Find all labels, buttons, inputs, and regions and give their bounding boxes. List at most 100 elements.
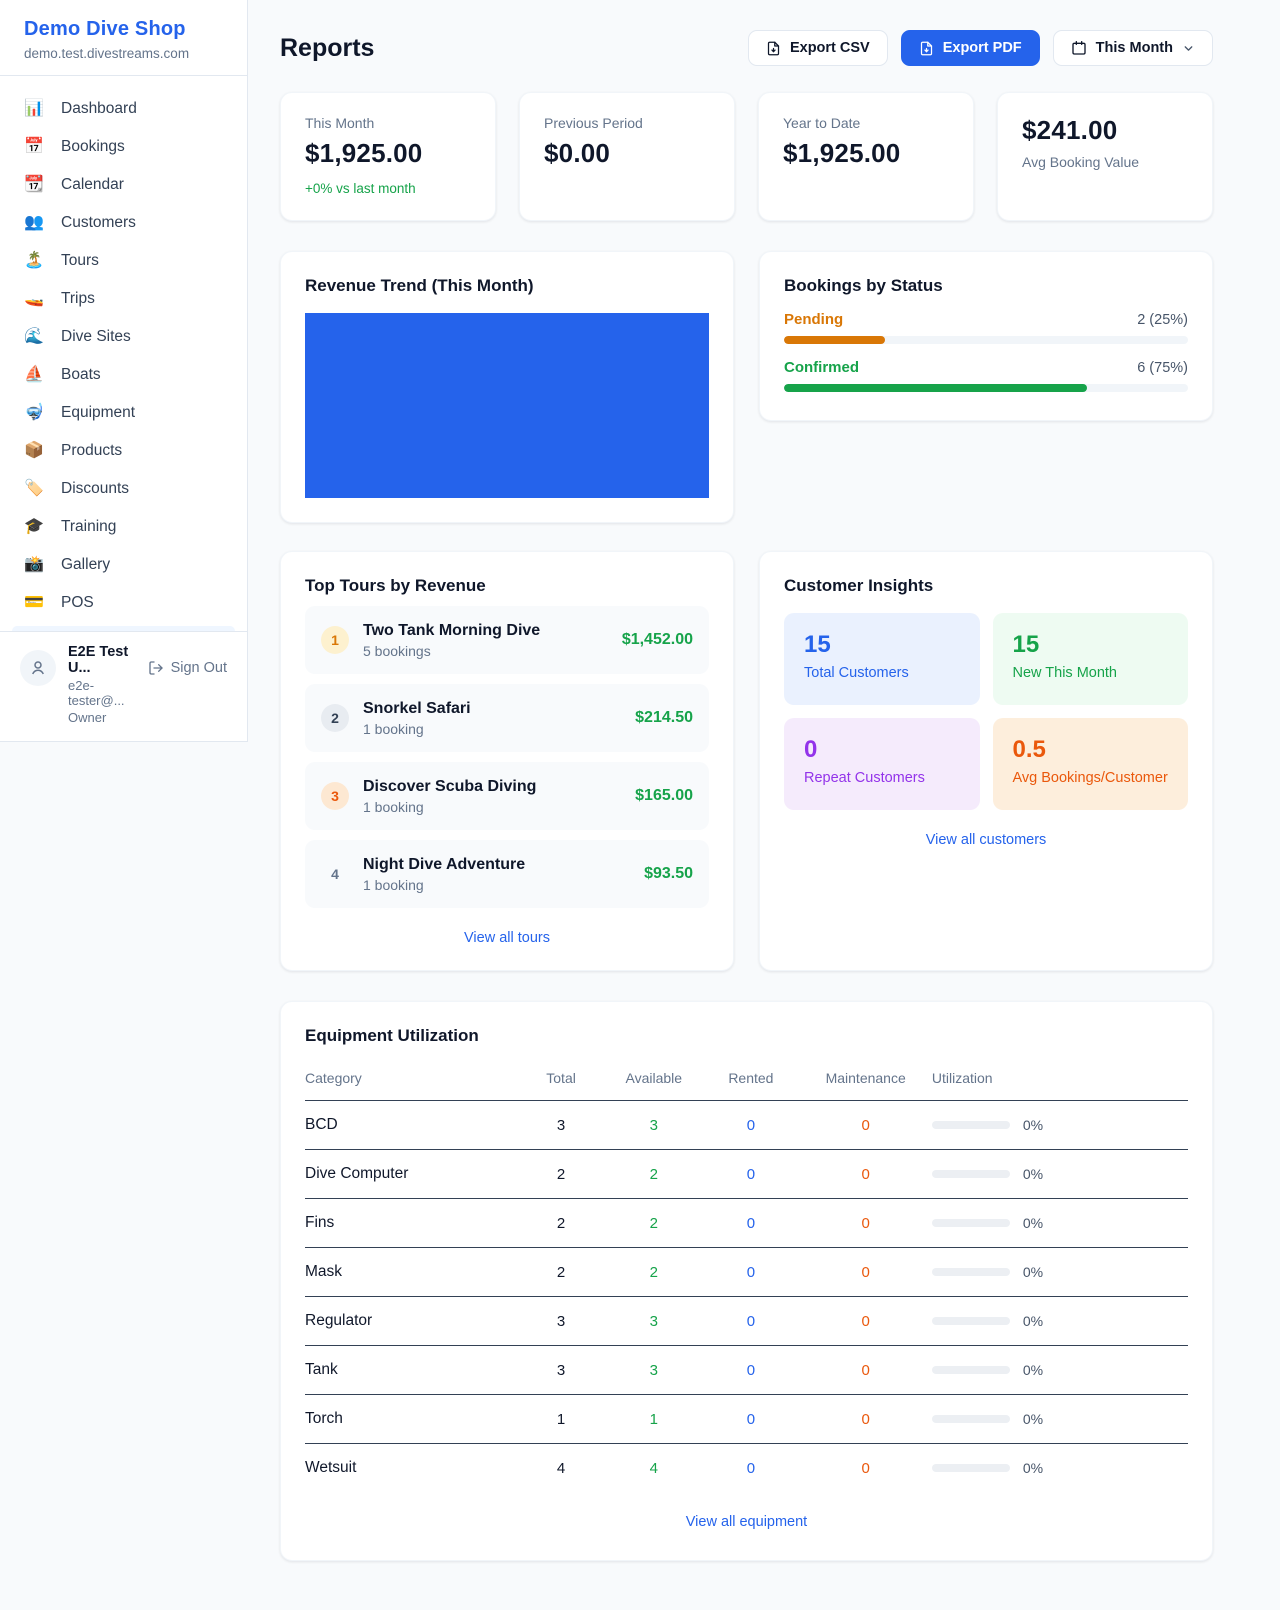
table-row: Mask 2 2 0 0 0%	[305, 1248, 1188, 1297]
user-meta: E2E Test U... e2e-tester@... Owner	[68, 644, 136, 725]
tile-value: 15	[1013, 631, 1169, 659]
col-header-utilization: Utilization	[932, 1060, 1188, 1101]
tile-total-customers: 15 Total Customers	[784, 613, 980, 705]
table-row: Tank 3 3 0 0 0%	[305, 1346, 1188, 1395]
tour-name: Two Tank Morning Dive	[363, 622, 608, 640]
equipment-utilization-title: Equipment Utilization	[305, 1026, 1188, 1046]
revenue-trend-chart	[305, 313, 709, 498]
bookings-by-status-card: Bookings by Status Pending 2 (25%) Confi…	[759, 251, 1213, 421]
col-header-rented: Rented	[702, 1060, 799, 1101]
cell-maintenance: 0	[799, 1395, 931, 1444]
sidebar-item-equipment[interactable]: 🤿 Equipment	[0, 394, 247, 432]
status-label-pending: Pending	[784, 311, 843, 328]
insights-row: Top Tours by Revenue 1 Two Tank Morning …	[280, 551, 1213, 971]
sidebar-item-training[interactable]: 🎓 Training	[0, 508, 247, 546]
status-row-pending: Pending 2 (25%)	[784, 311, 1188, 344]
sailboat-icon: ⛵	[24, 367, 44, 383]
stat-value: $241.00	[1022, 115, 1188, 146]
stat-card-previous-period: Previous Period $0.00	[519, 92, 735, 221]
sidebar: Demo Dive Shop demo.test.divestreams.com…	[0, 0, 248, 742]
sidebar-item-label: Dashboard	[61, 100, 137, 118]
sidebar-item-calendar[interactable]: 📆 Calendar	[0, 166, 247, 204]
cell-total: 2	[517, 1150, 605, 1199]
table-row: BCD 3 3 0 0 0%	[305, 1101, 1188, 1150]
tour-bookings: 1 booking	[363, 877, 630, 893]
stat-label: This Month	[305, 115, 471, 131]
tour-row: 1 Two Tank Morning Dive 5 bookings $1,45…	[305, 606, 709, 674]
utilization-percent: 0%	[1023, 1362, 1043, 1378]
logout-icon	[148, 660, 164, 676]
col-header-category: Category	[305, 1060, 517, 1101]
sidebar-item-label: Trips	[61, 290, 95, 308]
cell-utilization: 0%	[932, 1346, 1188, 1395]
sidebar-item-pos[interactable]: 💳 POS	[0, 584, 247, 622]
tour-amount: $165.00	[635, 787, 693, 805]
stats-row: This Month $1,925.00 +0% vs last month P…	[280, 92, 1213, 221]
status-value-pending: 2 (25%)	[1137, 312, 1188, 328]
bookings-by-status-title: Bookings by Status	[784, 276, 1188, 296]
stat-label: Avg Booking Value	[1022, 154, 1188, 170]
utilization-bar	[932, 1268, 1010, 1276]
revenue-trend-card: Revenue Trend (This Month)	[280, 251, 734, 523]
main-content: Reports Export CSV Export PDF	[248, 0, 1280, 1609]
cell-maintenance: 0	[799, 1101, 931, 1150]
equipment-table: Category Total Available Rented Maintena…	[305, 1060, 1188, 1492]
rank-badge: 2	[321, 704, 349, 732]
export-pdf-button[interactable]: Export PDF	[901, 30, 1040, 66]
view-all-equipment-link[interactable]: View all equipment	[305, 1514, 1188, 1530]
cell-category: Fins	[305, 1199, 517, 1248]
cell-available: 3	[605, 1297, 702, 1346]
cell-category: Tank	[305, 1346, 517, 1395]
sidebar-item-boats[interactable]: ⛵ Boats	[0, 356, 247, 394]
utilization-bar	[932, 1464, 1010, 1472]
sign-out-button[interactable]: Sign Out	[148, 660, 227, 676]
period-dropdown[interactable]: This Month	[1053, 30, 1213, 66]
cell-rented: 0	[702, 1444, 799, 1493]
page-title: Reports	[280, 34, 374, 63]
sidebar-nav: 📊 Dashboard 📅 Bookings 📆 Calendar 👥 Cust…	[0, 76, 247, 631]
stat-delta: +0% vs last month	[305, 181, 471, 196]
tile-avg-bookings-customer: 0.5 Avg Bookings/Customer	[993, 718, 1189, 810]
sidebar-item-label: Bookings	[61, 138, 125, 156]
view-all-customers-link[interactable]: View all customers	[784, 832, 1188, 848]
sidebar-item-bookings[interactable]: 📅 Bookings	[0, 128, 247, 166]
sidebar-item-customers[interactable]: 👥 Customers	[0, 204, 247, 242]
sidebar-item-label: Boats	[61, 366, 101, 384]
package-icon: 📦	[24, 443, 44, 459]
utilization-bar	[932, 1121, 1010, 1129]
charts-row: Revenue Trend (This Month) Bookings by S…	[280, 251, 1213, 523]
sidebar-item-products[interactable]: 📦 Products	[0, 432, 247, 470]
bar-chart-icon: 📊	[24, 101, 44, 117]
tile-label: Total Customers	[804, 665, 960, 681]
sidebar-item-dive-sites[interactable]: 🌊 Dive Sites	[0, 318, 247, 356]
tile-repeat-customers: 0 Repeat Customers	[784, 718, 980, 810]
cell-category: Regulator	[305, 1297, 517, 1346]
credit-card-icon: 💳	[24, 595, 44, 611]
utilization-bar	[932, 1366, 1010, 1374]
cell-total: 4	[517, 1444, 605, 1493]
table-row: Torch 1 1 0 0 0%	[305, 1395, 1188, 1444]
tour-row: 4 Night Dive Adventure 1 booking $93.50	[305, 840, 709, 908]
table-header-row: Category Total Available Rented Maintena…	[305, 1060, 1188, 1101]
cell-utilization: 0%	[932, 1150, 1188, 1199]
sidebar-item-dashboard[interactable]: 📊 Dashboard	[0, 90, 247, 128]
user-email: e2e-tester@...	[68, 678, 136, 708]
cell-available: 2	[605, 1199, 702, 1248]
sidebar-item-tours[interactable]: 🏝️ Tours	[0, 242, 247, 280]
status-bar-track	[784, 336, 1188, 344]
cell-total: 3	[517, 1346, 605, 1395]
sidebar-item-gallery[interactable]: 📸 Gallery	[0, 546, 247, 584]
stat-card-avg-booking-value: $241.00 Avg Booking Value	[997, 92, 1213, 221]
utilization-bar	[932, 1219, 1010, 1227]
utilization-bar	[932, 1170, 1010, 1178]
col-header-total: Total	[517, 1060, 605, 1101]
cell-rented: 0	[702, 1395, 799, 1444]
tour-row: 2 Snorkel Safari 1 booking $214.50	[305, 684, 709, 752]
sidebar-item-trips[interactable]: 🚤 Trips	[0, 280, 247, 318]
export-csv-label: Export CSV	[790, 40, 870, 56]
sidebar-item-label: Calendar	[61, 176, 124, 194]
view-all-tours-link[interactable]: View all tours	[305, 930, 709, 946]
sidebar-item-label: Training	[61, 518, 116, 536]
sidebar-item-discounts[interactable]: 🏷️ Discounts	[0, 470, 247, 508]
export-csv-button[interactable]: Export CSV	[748, 30, 888, 66]
